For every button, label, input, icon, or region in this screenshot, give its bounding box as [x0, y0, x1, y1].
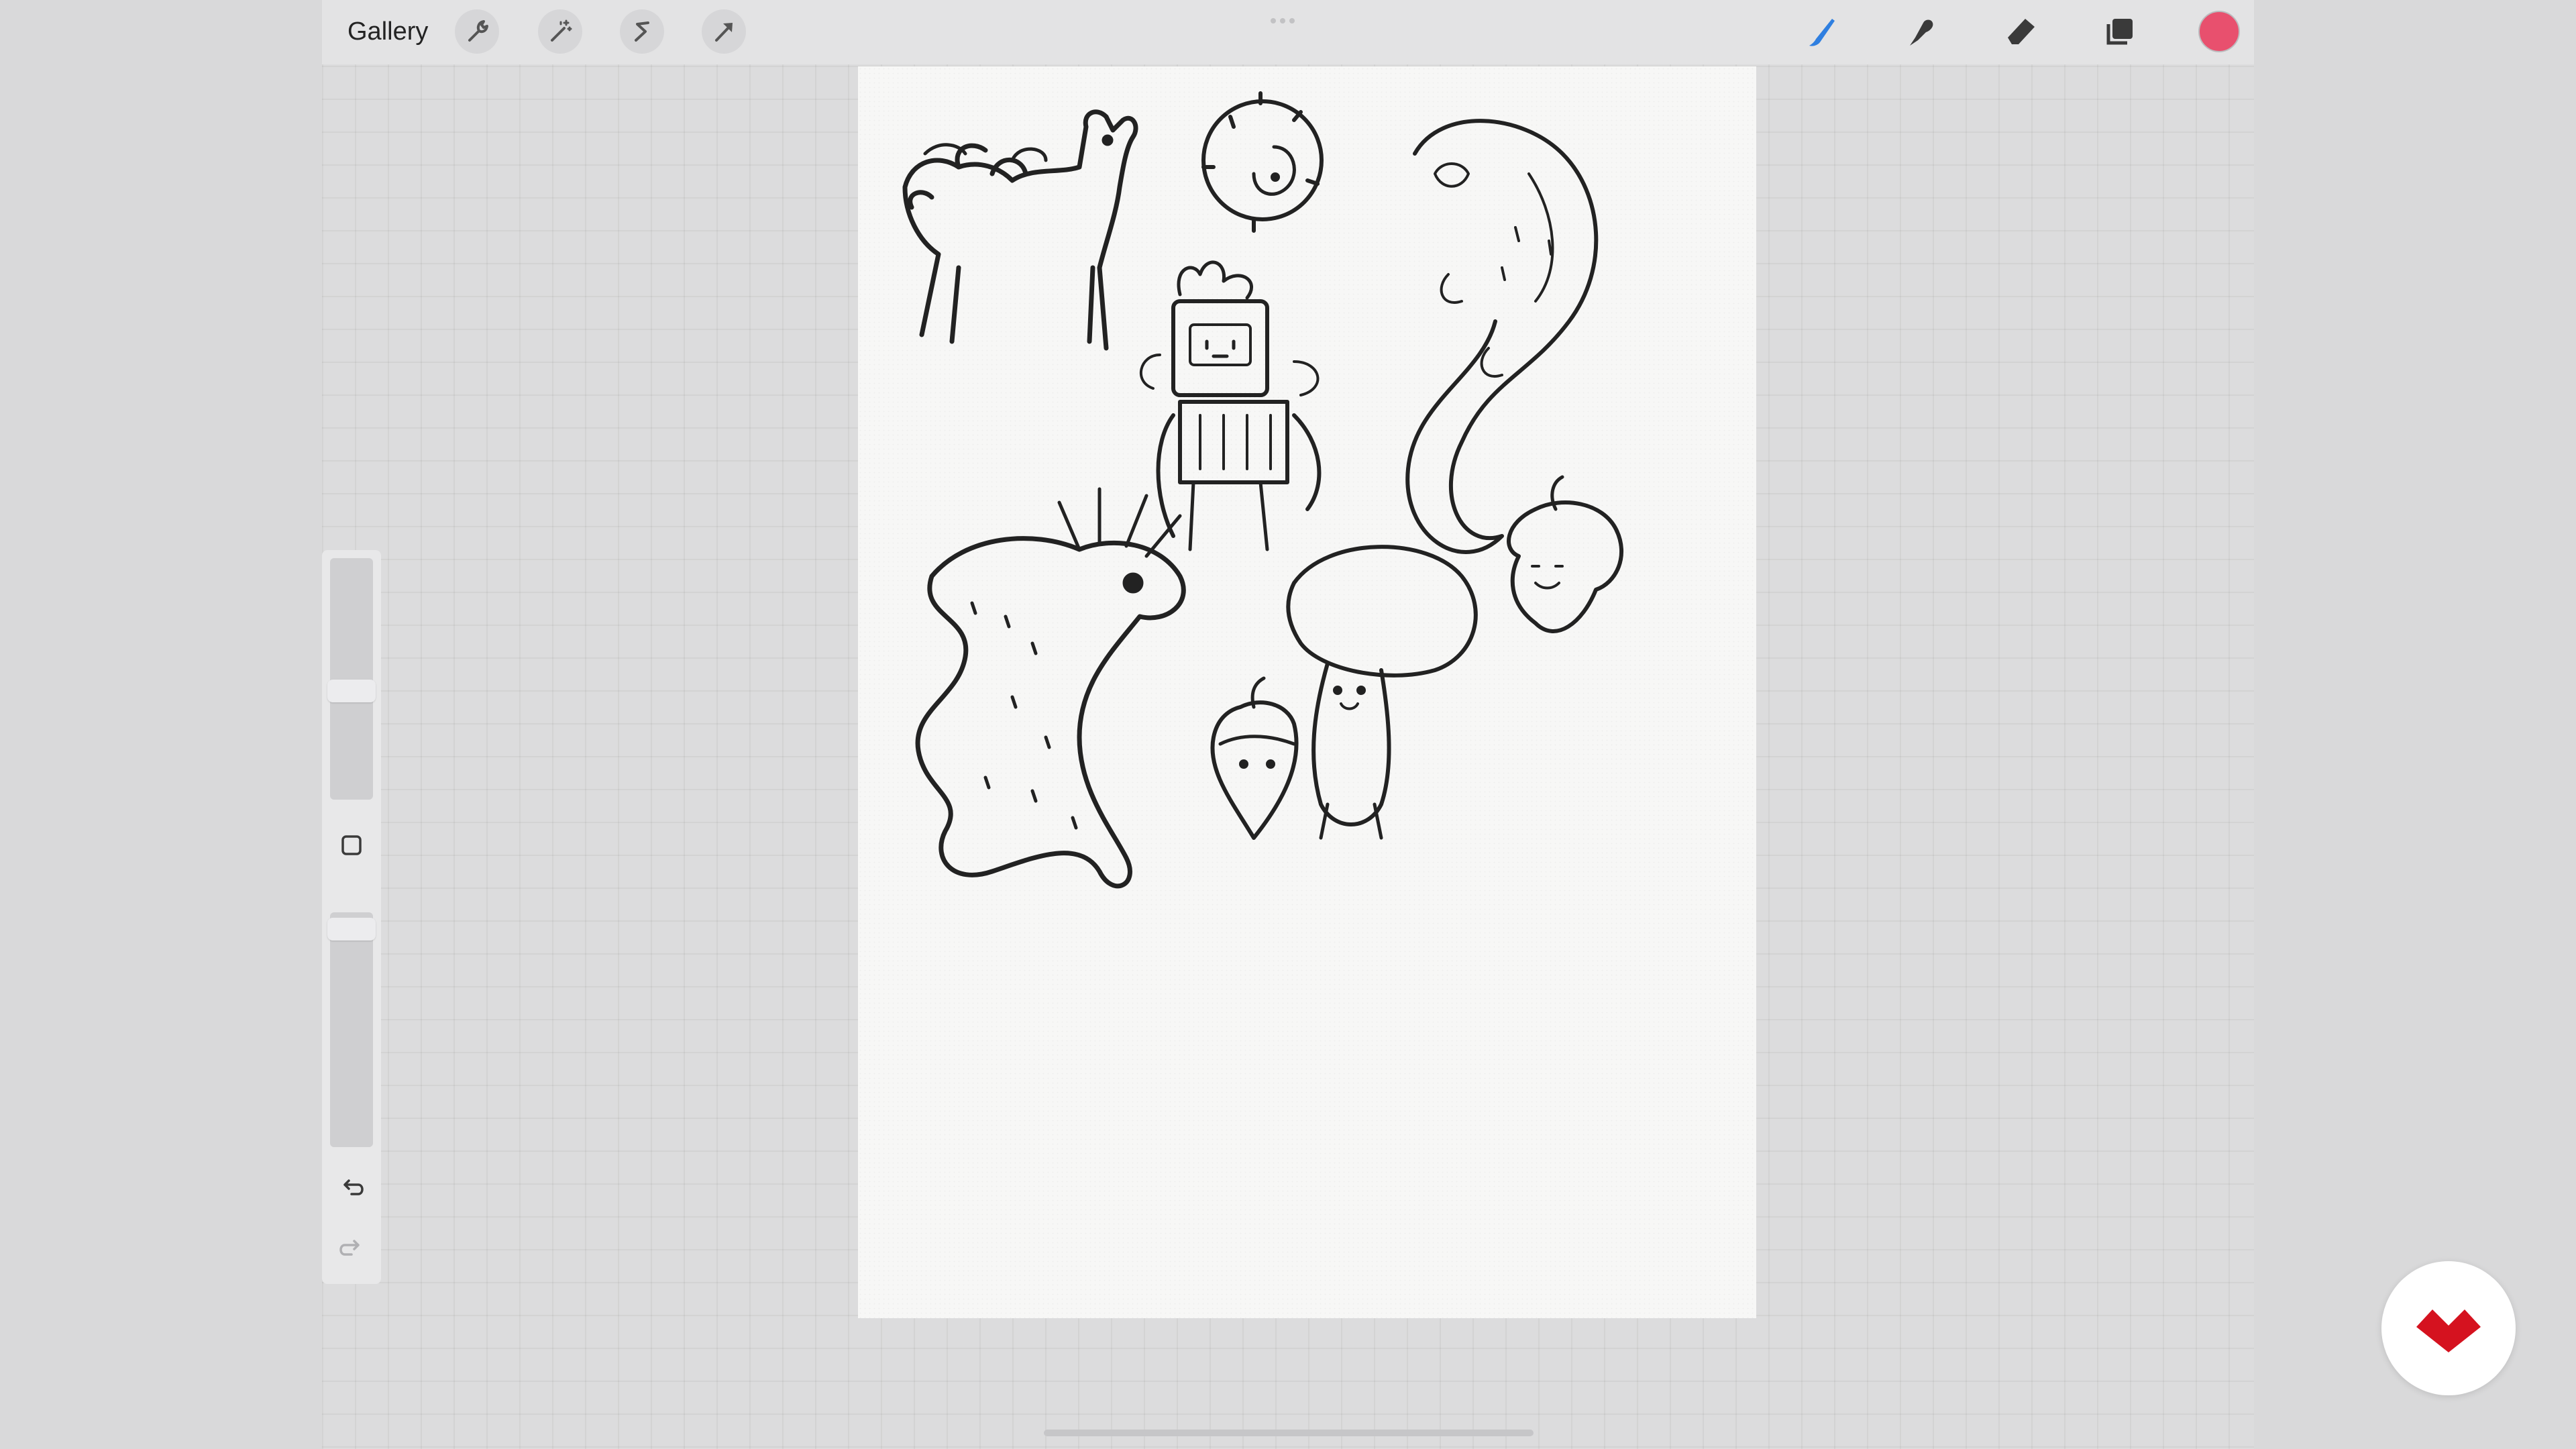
drawing-canvas[interactable] [858, 66, 1756, 1318]
undo-icon[interactable] [331, 1167, 372, 1208]
redo-icon[interactable] [331, 1228, 372, 1268]
brand-logo-icon [2416, 1309, 2481, 1352]
grabber-dots[interactable] [1271, 15, 1304, 23]
brush-size-thumb[interactable] [327, 680, 376, 702]
sketch-axolotl [915, 487, 1186, 889]
modify-square-icon[interactable] [331, 825, 372, 865]
eraser-icon[interactable] [1998, 9, 2043, 54]
transform-arrow-icon[interactable] [702, 9, 746, 54]
opacity-slider[interactable] [330, 912, 373, 1147]
magic-wand-icon[interactable] [538, 9, 582, 54]
brand-badge[interactable] [2381, 1261, 2516, 1395]
sketch-robot [1140, 260, 1322, 551]
layers-icon[interactable] [2098, 9, 2142, 54]
color-swatch[interactable] [2197, 9, 2241, 54]
sketch-cactus-ball [1201, 91, 1324, 233]
home-indicator[interactable] [1044, 1430, 1534, 1436]
sketch-acorn [1210, 676, 1299, 840]
top-toolbar: Gallery [322, 0, 2254, 64]
sketch-mushroom [1286, 545, 1478, 840]
opacity-thumb[interactable] [327, 917, 376, 941]
gallery-button[interactable]: Gallery [347, 17, 428, 46]
brush-size-slider[interactable] [330, 558, 373, 800]
sketch-deer [902, 109, 1138, 351]
left-sidebar [322, 550, 381, 1284]
selection-s-icon[interactable] [620, 9, 664, 54]
brush-icon[interactable] [1800, 9, 1844, 54]
wrench-icon[interactable] [455, 9, 499, 54]
sketch-acorn-character [1507, 475, 1623, 633]
sketch-ghost-spirit [1405, 119, 1599, 554]
smudge-icon[interactable] [1899, 9, 1943, 54]
app-frame: Gallery [0, 0, 2576, 1449]
